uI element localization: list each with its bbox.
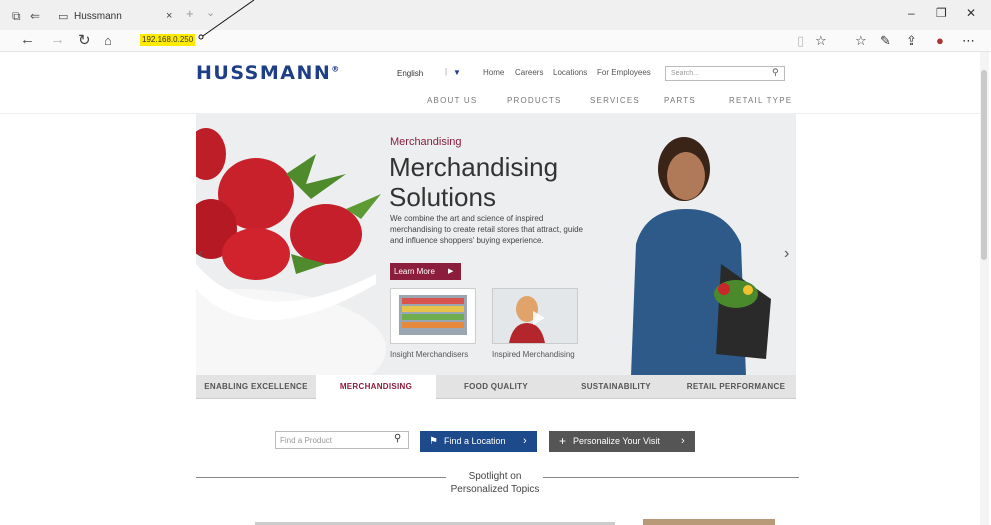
page-icon: ▭ bbox=[58, 11, 69, 23]
learn-more-button[interactable]: Learn More ▶ bbox=[390, 263, 461, 280]
extension-icon[interactable]: ● bbox=[936, 33, 944, 48]
chevron-right-icon: › bbox=[523, 435, 527, 447]
minimize-button[interactable]: – bbox=[908, 6, 915, 20]
nav-parts[interactable]: PARTS bbox=[664, 96, 696, 105]
reading-view-icon[interactable]: ▯ bbox=[797, 33, 804, 49]
top-link-home[interactable]: Home bbox=[483, 68, 504, 77]
thumbnail-inspired-merchandising[interactable] bbox=[492, 288, 578, 344]
chevron-right-icon: › bbox=[681, 435, 685, 447]
thumbnail-label-inspired[interactable]: Inspired Merchandising bbox=[492, 350, 575, 359]
personalize-label: Personalize Your Visit bbox=[573, 436, 660, 446]
search-icon[interactable]: ⚲ bbox=[772, 67, 779, 78]
annotation-pointer-line bbox=[198, 0, 255, 40]
spotlight-rule-right bbox=[543, 477, 799, 478]
carousel-next-arrow-icon[interactable]: › bbox=[784, 245, 789, 263]
personalize-visit-button[interactable]: + Personalize Your Visit › bbox=[549, 431, 695, 452]
hero-eyebrow: Merchandising bbox=[390, 136, 462, 148]
hero-tab-bar: ENABLING EXCELLENCE MERCHANDISING FOOD Q… bbox=[196, 375, 796, 399]
spotlight-rule-left bbox=[196, 477, 446, 478]
tab-food-quality[interactable]: FOOD QUALITY bbox=[436, 375, 556, 399]
thumbnail-label-insight[interactable]: Insight Merchandisers bbox=[390, 350, 468, 359]
refresh-icon[interactable]: ↻ bbox=[78, 31, 91, 49]
plus-icon: + bbox=[559, 434, 567, 448]
tab-merchandising[interactable]: MERCHANDISING bbox=[316, 375, 436, 399]
strawberries-image bbox=[196, 128, 386, 376]
more-menu-icon[interactable]: ⋯ bbox=[962, 33, 975, 49]
home-icon[interactable]: ⌂ bbox=[104, 33, 112, 48]
tab-retail-performance[interactable]: RETAIL PERFORMANCE bbox=[676, 375, 796, 399]
find-product-input[interactable]: Find a Product ⚲ bbox=[275, 431, 409, 449]
learn-more-label: Learn More bbox=[394, 267, 435, 276]
tab-sustainability[interactable]: SUSTAINABILITY bbox=[556, 375, 676, 399]
browser-tab[interactable]: ▭ Hussmann × bbox=[52, 4, 182, 30]
top-link-locations[interactable]: Locations bbox=[553, 68, 587, 77]
tab-enabling-excellence[interactable]: ENABLING EXCELLENCE bbox=[196, 375, 316, 399]
merchandiser-case-image bbox=[399, 295, 467, 335]
spotlight-card-image[interactable] bbox=[643, 519, 775, 525]
back-arrow-icon[interactable]: ← bbox=[20, 31, 35, 48]
spotlight-heading: Spotlight on Personalized Topics bbox=[450, 471, 540, 495]
caret-down-icon: ▼ bbox=[453, 68, 461, 77]
url-field[interactable]: 192.168.0.250 bbox=[140, 34, 196, 46]
search-icon[interactable]: ⚲ bbox=[394, 433, 401, 444]
language-value: English bbox=[397, 69, 424, 78]
restore-button[interactable]: ❐ bbox=[936, 6, 947, 20]
web-note-icon[interactable]: ✎ bbox=[880, 33, 891, 49]
set-aside-tabs-icon[interactable]: ⇐ bbox=[30, 9, 40, 23]
forward-arrow-icon[interactable]: → bbox=[50, 31, 65, 48]
shopper-woman-image bbox=[631, 137, 771, 376]
thumbnail-insight-merchandisers[interactable] bbox=[390, 288, 476, 344]
map-pin-icon: ⚑ bbox=[429, 436, 438, 447]
nav-services[interactable]: SERVICES bbox=[590, 96, 640, 105]
language-divider: | bbox=[445, 67, 448, 76]
site-search-input[interactable]: Search... ⚲ bbox=[665, 66, 785, 81]
presenter-video-image bbox=[493, 289, 577, 343]
top-link-careers[interactable]: Careers bbox=[515, 68, 543, 77]
logo-registered-mark: ® bbox=[331, 64, 341, 74]
tab-actions-icon[interactable]: ⧉ bbox=[12, 9, 21, 24]
find-product-placeholder: Find a Product bbox=[280, 436, 333, 445]
scrollbar-thumb[interactable] bbox=[981, 70, 987, 260]
tab-close-icon[interactable]: × bbox=[166, 10, 172, 22]
find-location-button[interactable]: ⚑ Find a Location › bbox=[420, 431, 537, 452]
find-location-label: Find a Location bbox=[444, 436, 506, 446]
hero-description: We combine the art and science of inspir… bbox=[390, 214, 583, 245]
close-window-button[interactable]: ✕ bbox=[966, 6, 976, 20]
play-triangle-icon: ▶ bbox=[448, 268, 454, 275]
new-tab-button[interactable]: + bbox=[186, 6, 194, 21]
top-link-for-employees[interactable]: For Employees bbox=[597, 68, 651, 77]
favorites-hub-icon[interactable]: ☆ bbox=[855, 33, 867, 49]
share-icon[interactable]: ⇪ bbox=[906, 33, 917, 49]
hero-title: Merchandising Solutions bbox=[389, 152, 559, 212]
nav-products[interactable]: PRODUCTS bbox=[507, 96, 562, 105]
favorite-star-icon[interactable]: ☆ bbox=[815, 33, 827, 49]
search-placeholder: Search... bbox=[671, 70, 700, 77]
hussmann-logo[interactable]: HUSSMANN® bbox=[196, 62, 341, 84]
nav-about-us[interactable]: ABOUT US bbox=[427, 96, 477, 105]
language-select[interactable]: English | ▼ bbox=[397, 66, 469, 81]
tab-title: Hussmann bbox=[74, 11, 122, 22]
logo-text: HUSSMANN bbox=[196, 62, 332, 84]
nav-retail-type[interactable]: RETAIL TYPE bbox=[729, 96, 792, 105]
carousel-prev-arrow-icon[interactable]: ‹ bbox=[198, 245, 203, 263]
